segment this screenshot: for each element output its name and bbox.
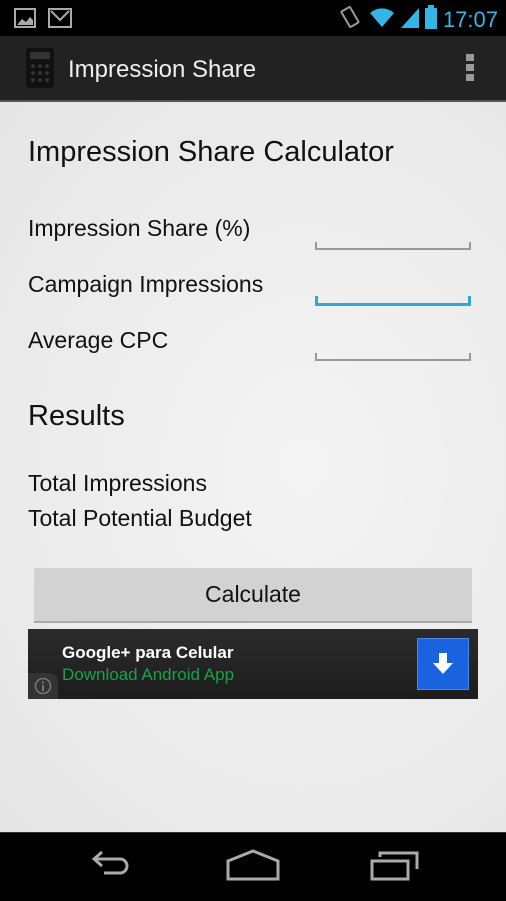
calculator-heading: Impression Share Calculator — [28, 136, 394, 168]
calculator-icon[interactable] — [26, 48, 54, 93]
vibrate-icon — [339, 4, 363, 35]
gmail-notification-icon — [48, 8, 72, 33]
action-bar: Impression Share — [0, 36, 506, 102]
impression-share-input[interactable] — [315, 240, 471, 250]
campaign-impressions-input[interactable] — [315, 296, 471, 306]
total-potential-budget-result: Total Potential Budget — [28, 505, 252, 531]
signal-icon — [400, 6, 419, 33]
results-heading: Results — [28, 400, 125, 432]
impression-share-label: Impression Share (%) — [28, 215, 251, 241]
wifi-icon — [369, 6, 395, 33]
navigation-bar — [0, 832, 506, 901]
image-notification-icon — [14, 8, 36, 33]
total-impressions-result: Total Impressions — [28, 470, 207, 496]
app-title: Impression Share — [68, 56, 257, 83]
download-icon[interactable] — [417, 638, 469, 690]
calculate-button[interactable]: Calculate — [34, 568, 472, 623]
calculator-screen: Impression Share Calculator Impression S… — [0, 102, 506, 832]
average-cpc-label: Average CPC — [28, 327, 169, 353]
status-bar: 17:07 — [0, 0, 506, 36]
recent-apps-icon[interactable] — [370, 849, 420, 886]
info-icon[interactable] — [28, 673, 58, 699]
campaign-impressions-label: Campaign Impressions — [28, 271, 264, 297]
overflow-menu-icon[interactable] — [466, 54, 476, 84]
home-icon[interactable] — [226, 849, 280, 886]
clock: 17:07 — [442, 6, 498, 32]
ad-banner[interactable]: Google+ para Celular Download Android Ap… — [28, 629, 478, 699]
ad-subtitle: Download Android App — [62, 665, 235, 684]
back-icon[interactable] — [88, 849, 136, 886]
ad-title: Google+ para Celular — [62, 643, 234, 662]
average-cpc-input[interactable] — [315, 351, 471, 361]
battery-icon — [424, 5, 437, 34]
